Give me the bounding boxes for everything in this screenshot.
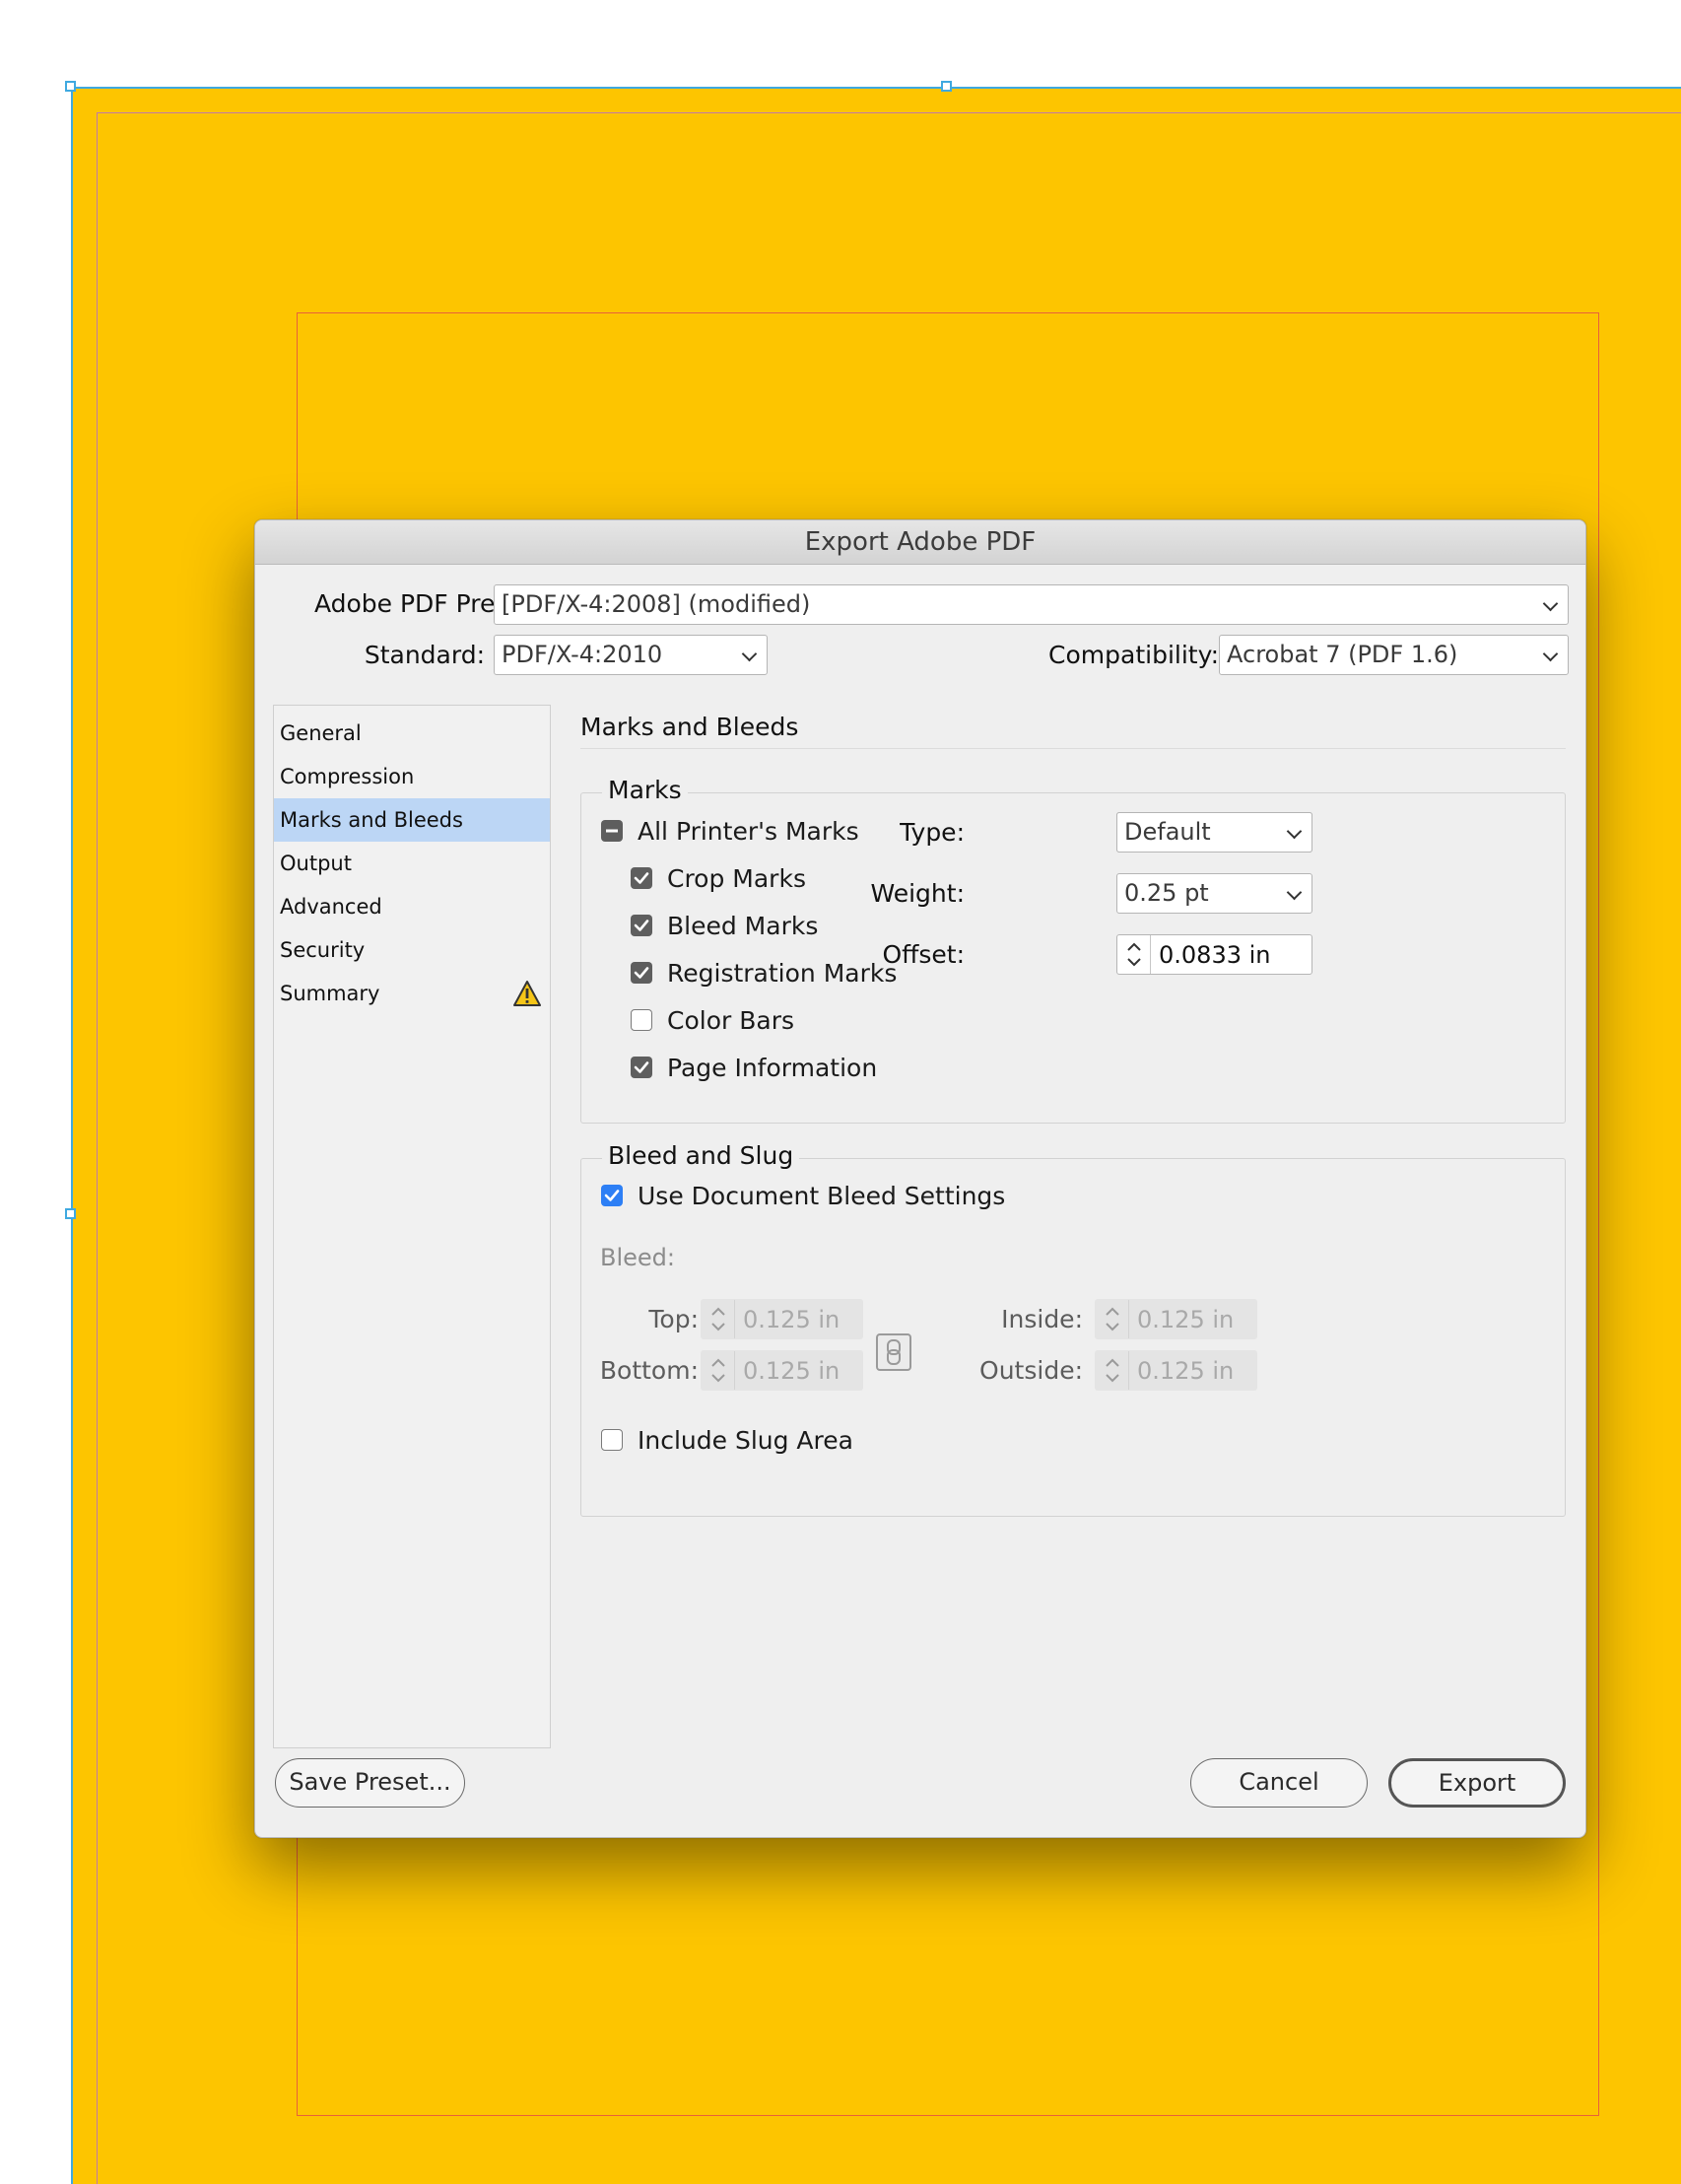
chevron-down-icon bbox=[1286, 884, 1303, 900]
include-slug-checkbox[interactable] bbox=[601, 1429, 623, 1451]
standard-value: PDF/X-4:2010 bbox=[502, 641, 663, 668]
sidebar-item-advanced[interactable]: Advanced bbox=[274, 885, 550, 928]
checkmark-icon bbox=[634, 920, 649, 931]
bleed-inside-field[interactable]: 0.125 in bbox=[1095, 1299, 1257, 1339]
cancel-button[interactable]: Cancel bbox=[1190, 1758, 1368, 1808]
checkmark-icon bbox=[634, 967, 649, 979]
offset-stepper[interactable] bbox=[1117, 935, 1151, 974]
chevron-down-icon bbox=[1542, 646, 1559, 661]
link-chain-icon[interactable] bbox=[876, 1333, 911, 1371]
bleed-inside-stepper[interactable] bbox=[1096, 1300, 1129, 1338]
stepper-arrows-icon bbox=[711, 1307, 725, 1331]
weight-select[interactable]: 0.25 pt bbox=[1116, 873, 1312, 914]
bottom-label: Bottom: bbox=[599, 1356, 699, 1385]
type-select-display[interactable]: Default bbox=[1116, 812, 1312, 853]
top-label: Top: bbox=[648, 1305, 699, 1333]
sidebar-item-output[interactable]: Output bbox=[274, 842, 550, 885]
export-button[interactable]: Export bbox=[1388, 1758, 1566, 1808]
use-document-bleed-label: Use Document Bleed Settings bbox=[638, 1182, 1006, 1210]
registration-marks-checkbox[interactable] bbox=[631, 962, 652, 984]
checkmark-icon bbox=[634, 872, 649, 884]
inside-label: Inside: bbox=[1001, 1305, 1083, 1333]
all-printers-marks-checkbox[interactable] bbox=[601, 820, 623, 842]
preset-select[interactable]: [PDF/X-4:2008] (modified) bbox=[494, 584, 1569, 625]
selection-handle-top-left[interactable] bbox=[65, 81, 76, 92]
stepper-arrows-icon bbox=[1127, 942, 1141, 967]
sidebar-item-general[interactable]: General bbox=[274, 712, 550, 755]
bleed-bottom-field[interactable]: 0.125 in bbox=[701, 1350, 863, 1391]
bleed-top-field[interactable]: 0.125 in bbox=[701, 1299, 863, 1339]
offset-field[interactable]: 0.0833 in bbox=[1116, 934, 1312, 975]
checkmark-icon bbox=[604, 1190, 620, 1201]
bleed-bottom-stepper[interactable] bbox=[702, 1351, 735, 1390]
compatibility-value: Acrobat 7 (PDF 1.6) bbox=[1227, 641, 1458, 668]
panel-title: Marks and Bleeds bbox=[580, 713, 799, 741]
include-slug-label: Include Slug Area bbox=[638, 1426, 853, 1455]
minus-icon bbox=[606, 829, 618, 833]
bleed-label: Bleed: bbox=[600, 1244, 675, 1271]
bleed-marks-label: Bleed Marks bbox=[667, 912, 819, 940]
bleed-top-stepper[interactable] bbox=[702, 1300, 735, 1338]
bleed-outside-value: 0.125 in bbox=[1137, 1356, 1235, 1385]
page-information-label: Page Information bbox=[667, 1054, 878, 1082]
sidebar-item-security[interactable]: Security bbox=[274, 928, 550, 972]
category-sidebar: General Compression Marks and Bleeds Out… bbox=[273, 705, 551, 1748]
chain-link-icon bbox=[887, 1339, 901, 1365]
panel-divider bbox=[580, 748, 1566, 749]
chevron-down-icon bbox=[741, 646, 758, 661]
bleed-outside-stepper[interactable] bbox=[1096, 1351, 1129, 1390]
save-preset-button[interactable]: Save Preset... bbox=[275, 1758, 465, 1808]
standard-label: Standard: bbox=[364, 641, 485, 669]
bleed-top-value: 0.125 in bbox=[743, 1305, 840, 1333]
bleed-outside-field[interactable]: 0.125 in bbox=[1095, 1350, 1257, 1391]
chevron-down-icon bbox=[1286, 823, 1303, 839]
all-printers-marks-label: All Printer's Marks bbox=[638, 817, 859, 846]
offset-label: Offset: bbox=[882, 940, 965, 969]
bleed-slug-group-title: Bleed and Slug bbox=[602, 1141, 800, 1170]
bleed-inside-value: 0.125 in bbox=[1137, 1305, 1235, 1333]
weight-label: Weight: bbox=[870, 879, 965, 908]
standard-select[interactable]: PDF/X-4:2010 bbox=[494, 635, 768, 675]
type-value: Default bbox=[1124, 818, 1211, 846]
page-information-checkbox[interactable] bbox=[631, 1057, 652, 1078]
bleed-marks-checkbox[interactable] bbox=[631, 915, 652, 936]
sidebar-item-label: Summary bbox=[280, 982, 380, 1005]
crop-marks-label: Crop Marks bbox=[667, 864, 806, 893]
checkmark-icon bbox=[634, 1061, 649, 1073]
color-bars-label: Color Bars bbox=[667, 1006, 794, 1035]
sidebar-item-marks-and-bleeds[interactable]: Marks and Bleeds bbox=[274, 798, 550, 842]
dialog-title: Export Adobe PDF bbox=[255, 520, 1585, 565]
chevron-down-icon bbox=[1542, 595, 1559, 611]
selection-handle-middle-left[interactable] bbox=[65, 1208, 76, 1219]
type-label: Type: bbox=[900, 818, 965, 847]
selection-handle-top-center[interactable] bbox=[941, 81, 952, 92]
compatibility-select[interactable]: Acrobat 7 (PDF 1.6) bbox=[1219, 635, 1569, 675]
stepper-arrows-icon bbox=[711, 1358, 725, 1383]
sidebar-item-summary[interactable]: Summary bbox=[274, 972, 550, 1015]
use-document-bleed-checkbox[interactable] bbox=[601, 1185, 623, 1206]
warning-icon bbox=[513, 981, 541, 1006]
bleed-bottom-value: 0.125 in bbox=[743, 1356, 840, 1385]
marks-group-title: Marks bbox=[602, 776, 688, 804]
weight-value: 0.25 pt bbox=[1124, 879, 1209, 907]
stepper-arrows-icon bbox=[1106, 1358, 1119, 1383]
offset-value: 0.0833 in bbox=[1159, 940, 1271, 969]
export-pdf-dialog: Export Adobe PDF Adobe PDF Preset: [PDF/… bbox=[254, 519, 1586, 1838]
preset-value: [PDF/X-4:2008] (modified) bbox=[502, 590, 811, 618]
compatibility-label: Compatibility: bbox=[1048, 641, 1219, 669]
outside-label: Outside: bbox=[979, 1356, 1083, 1385]
stepper-arrows-icon bbox=[1106, 1307, 1119, 1331]
sidebar-item-compression[interactable]: Compression bbox=[274, 755, 550, 798]
crop-marks-checkbox[interactable] bbox=[631, 867, 652, 889]
color-bars-checkbox[interactable] bbox=[631, 1009, 652, 1031]
